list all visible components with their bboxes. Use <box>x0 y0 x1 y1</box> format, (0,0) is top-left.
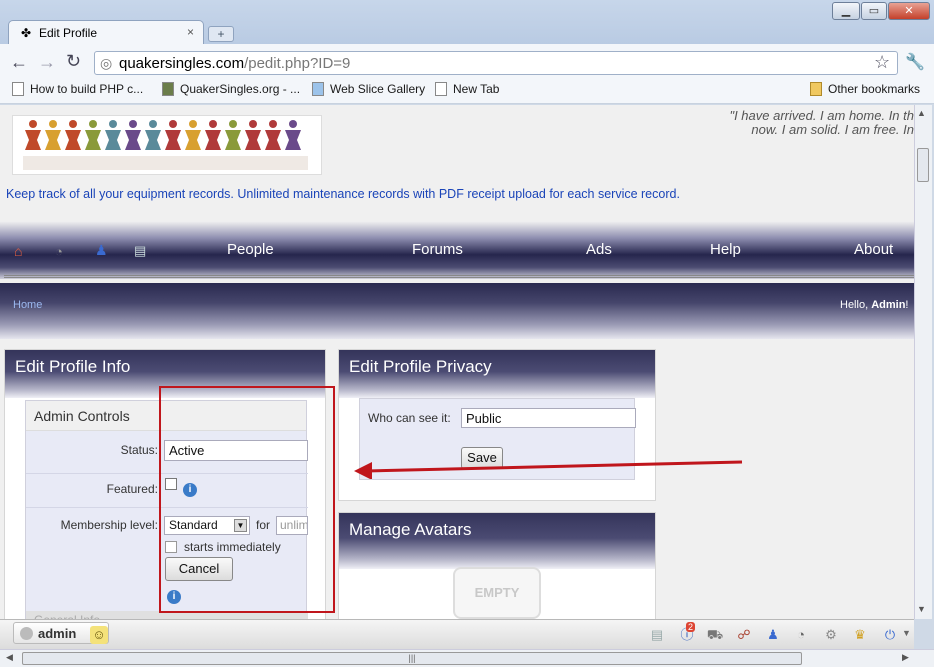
scroll-down-icon[interactable]: ▼ <box>917 604 926 614</box>
username: admin <box>38 626 77 641</box>
messages-icon[interactable]: ▤ <box>134 243 146 259</box>
featured-label: Featured: <box>106 482 158 496</box>
maximize-button[interactable]: ▭ <box>861 2 887 20</box>
panel-title: Edit Profile Privacy <box>339 350 655 398</box>
breadcrumb-home[interactable]: Home <box>13 299 42 311</box>
breadcrumb-bar <box>0 283 914 339</box>
panel-title: Manage Avatars <box>339 513 655 569</box>
url-domain: quakersingles.com <box>119 55 245 72</box>
cart-icon[interactable]: ⛟ <box>706 626 724 644</box>
address-bar[interactable]: ◎ quakersingles.com/pedit.php?ID=9 <box>94 51 898 75</box>
back-icon[interactable]: ← <box>10 52 28 73</box>
people-chain-logo-icon <box>23 120 308 170</box>
forward-icon[interactable]: → <box>38 52 56 73</box>
scroll-right-icon[interactable]: ▶ <box>902 652 909 663</box>
minimize-button[interactable]: ▁ <box>832 2 860 20</box>
folder-icon <box>810 82 822 96</box>
scroll-left-icon[interactable]: ◀ <box>6 652 13 663</box>
dashboard-icon[interactable]: ◔ <box>55 244 63 259</box>
page-icon <box>12 82 24 96</box>
bookmark-item[interactable]: How to build PHP c... <box>12 82 143 96</box>
scroll-up-icon[interactable]: ▲ <box>917 108 926 118</box>
header-quote: "I have arrived. I am home. In th now. I… <box>729 108 914 137</box>
nav-about[interactable]: About <box>854 241 893 258</box>
dashboard-icon[interactable]: ◔ <box>792 626 810 644</box>
star-icon[interactable]: ☆ <box>874 52 890 73</box>
bookmark-item[interactable]: QuakerSingles.org - ... <box>162 82 300 96</box>
tab-edit-profile[interactable]: ✤ Edit Profile × <box>8 20 204 44</box>
nav-help[interactable]: Help <box>710 241 741 258</box>
nav-people[interactable]: People <box>227 241 274 258</box>
url-path: /pedit.php?ID=9 <box>244 55 351 72</box>
power-icon[interactable]: ⏻ <box>881 626 899 644</box>
friends-icon[interactable]: ☍ <box>735 626 753 644</box>
vertical-scrollbar[interactable] <box>914 105 932 619</box>
empty-avatar-slot[interactable]: EMPTY <box>453 567 541 619</box>
annotation-arrow-icon <box>354 460 743 479</box>
close-window-button[interactable]: ✕ <box>888 2 930 20</box>
home-icon[interactable]: ⌂ <box>14 243 22 259</box>
nav-ads[interactable]: Ads <box>586 241 612 258</box>
bookmarks-bar: How to build PHP c... QuakerSingles.org … <box>0 78 934 104</box>
reload-icon[interactable]: ↻ <box>66 51 81 72</box>
notification-badge: 2 <box>686 622 696 632</box>
collapse-icon[interactable]: ▼ <box>902 628 911 638</box>
annotation-box <box>159 386 335 613</box>
quaker-favicon-icon: ✤ <box>21 26 32 40</box>
tab-close-icon[interactable]: × <box>187 25 194 39</box>
chat-icon[interactable]: ☺ <box>90 626 108 644</box>
status-label: Status: <box>120 443 158 457</box>
greeting-user[interactable]: Admin <box>871 299 905 311</box>
greeting: Hello, Admin! <box>840 299 909 311</box>
who-label: Who can see it: <box>368 411 451 425</box>
who-can-see-input[interactable]: Public <box>461 408 636 428</box>
crown-icon[interactable]: ♛ <box>851 626 869 644</box>
messages-icon[interactable]: ▤ <box>648 626 666 644</box>
tab-title: Edit Profile <box>39 26 98 40</box>
scroll-thumb[interactable]: ||| <box>22 652 802 665</box>
site-logo[interactable] <box>12 115 322 175</box>
bookmark-item[interactable]: New Tab <box>435 82 499 96</box>
bookmark-item[interactable]: Web Slice Gallery <box>312 82 425 96</box>
web-page: "I have arrived. I am home. In th now. I… <box>0 105 914 619</box>
new-tab-button[interactable]: + <box>208 26 234 42</box>
divider <box>4 275 914 278</box>
horizontal-scrollbar[interactable]: ◀ ||| ▶ <box>0 649 934 667</box>
user-icon[interactable]: ♟ <box>95 242 108 259</box>
status-dot-icon <box>20 627 33 640</box>
profile-icon[interactable]: ♟ <box>764 626 782 644</box>
nav-forums[interactable]: Forums <box>412 241 463 258</box>
web-slice-icon <box>312 82 324 96</box>
globe-icon: ◎ <box>100 55 113 71</box>
wrench-icon[interactable]: 🔧 <box>905 52 925 72</box>
manage-avatars-panel: Manage Avatars EMPTY <box>338 512 656 619</box>
membership-label: Membership level: <box>60 518 158 532</box>
other-bookmarks[interactable]: Other bookmarks <box>810 82 920 96</box>
site-tagline[interactable]: Keep track of all your equipment records… <box>6 187 680 201</box>
site-icon <box>162 82 174 96</box>
page-icon <box>435 82 447 96</box>
scroll-thumb[interactable] <box>917 148 929 182</box>
settings-gear-icon[interactable]: ⚙ <box>822 626 840 644</box>
